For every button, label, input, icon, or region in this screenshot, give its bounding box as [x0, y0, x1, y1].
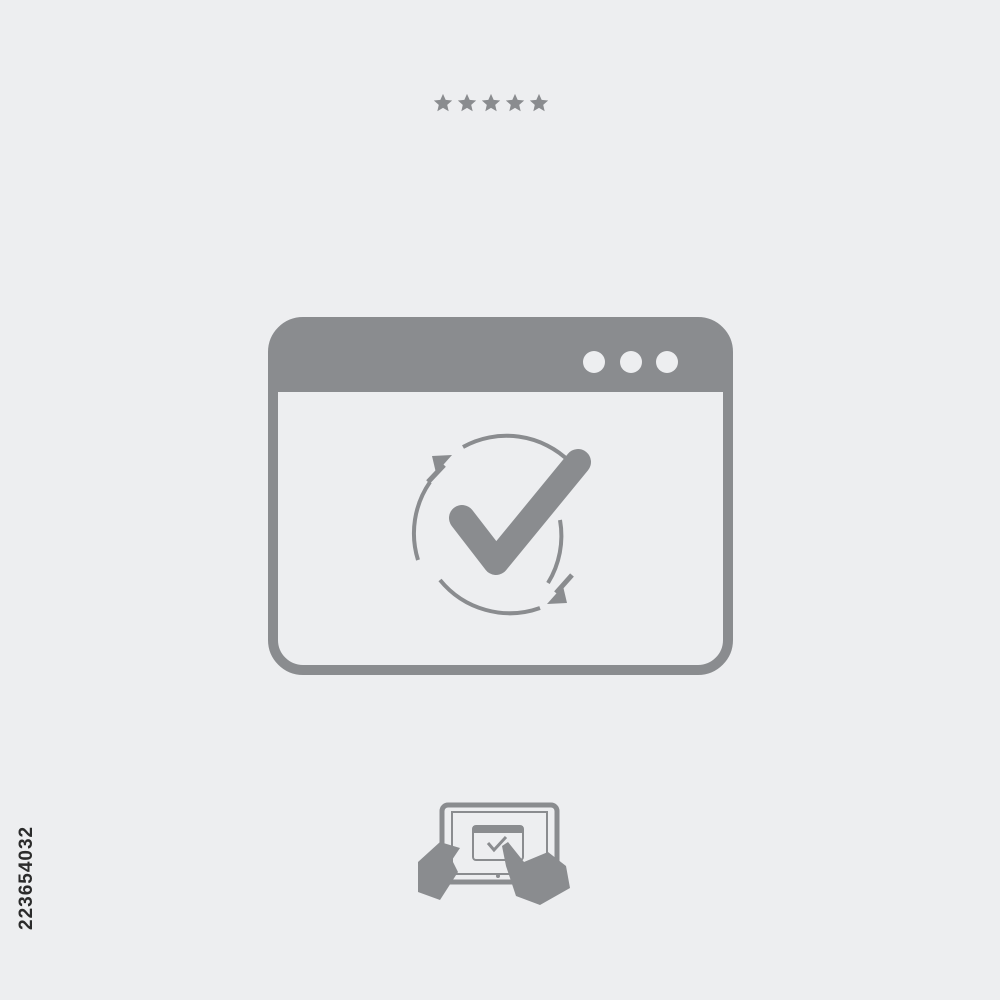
browser-window-icon	[268, 317, 733, 905]
stock-id: 223654032	[16, 825, 37, 930]
tablet-hands-touch-icon	[418, 802, 570, 905]
window-dot-icon	[583, 351, 605, 373]
window-dot-icon	[620, 351, 642, 373]
window-dot-icon	[656, 351, 678, 373]
browser-window	[268, 317, 733, 675]
